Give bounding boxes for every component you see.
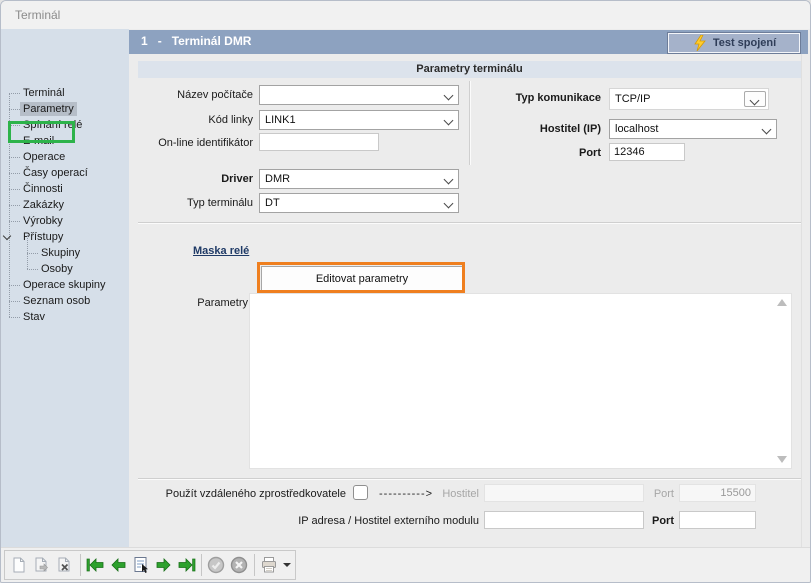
test-connection-button[interactable]: Test spojení	[667, 32, 801, 54]
record-title: Terminál DMR	[172, 34, 252, 48]
toolbar-separator	[201, 554, 202, 576]
chevron-down-icon	[444, 176, 454, 184]
green-annotation-box	[8, 121, 75, 143]
port2-label: Port	[646, 515, 674, 527]
horizontal-divider	[138, 478, 801, 480]
edit-parameters-button[interactable]: Editovat parametry	[261, 266, 463, 291]
terminal-window: Terminál Terminál Parametry Spínání relé…	[0, 0, 811, 583]
confirm-icon	[205, 553, 228, 577]
chevron-down-icon	[762, 126, 772, 134]
next-record-icon[interactable]	[152, 553, 175, 577]
delete-record-icon	[54, 553, 77, 577]
ip-modul-input[interactable]	[484, 511, 644, 529]
parametry-textarea[interactable]	[249, 293, 792, 469]
parametry-textarea-wrap	[249, 293, 792, 469]
parametry-label: Parametry	[138, 297, 248, 309]
hostitel-ip-label: Hostitel (IP)	[471, 123, 601, 135]
typ-terminalu-label: Typ terminálu	[138, 197, 253, 209]
print-menu-caret-icon[interactable]	[280, 553, 291, 577]
remote-port-input	[679, 484, 756, 502]
bottom-toolbar: OK Storno	[1, 547, 810, 583]
toolbar-separator	[254, 554, 255, 576]
port-label: Port	[471, 147, 601, 159]
sidebar-item-casy-operaci[interactable]: Časy operací	[1, 165, 129, 181]
driver-label: Driver	[138, 173, 253, 185]
window-titlebar: Terminál	[1, 1, 810, 29]
sidebar-item-parametry[interactable]: Parametry	[1, 101, 129, 117]
port2-input[interactable]	[679, 511, 756, 529]
previous-record-icon[interactable]	[106, 553, 129, 577]
panel-right-edge	[801, 54, 802, 547]
edit-parameters-label: Editovat parametry	[316, 273, 408, 285]
typ-komunikace-label: Typ komunikace	[471, 92, 601, 104]
browse-records-icon[interactable]	[129, 553, 152, 577]
tree-child-guide	[27, 235, 28, 269]
sidebar-item-seznam-osob[interactable]: Seznam osob	[1, 293, 129, 309]
lightning-icon	[692, 35, 706, 51]
ip-modul-label: IP adresa / Hostitel externího modulu	[161, 515, 479, 527]
kod-linky-label: Kód linky	[138, 114, 253, 126]
sidebar-item-zakazky[interactable]: Zakázky	[1, 197, 129, 213]
nazev-pocitace-combo[interactable]	[259, 85, 459, 105]
port-input[interactable]	[609, 143, 685, 161]
new-record-icon	[8, 553, 31, 577]
remote-hostitel-label: Hostitel	[431, 488, 479, 500]
record-dash: -	[158, 34, 162, 48]
chevron-down-icon[interactable]	[4, 233, 11, 240]
sidebar-item-terminal[interactable]: Terminál	[1, 85, 129, 101]
kod-linky-combo[interactable]: LINK1	[259, 110, 459, 130]
chevron-down-icon	[444, 92, 454, 100]
first-record-icon[interactable]	[84, 553, 107, 577]
remote-port-label: Port	[646, 488, 674, 500]
record-header-bar: 1-Terminál DMR Test spojení	[129, 30, 808, 54]
hostitel-ip-combo[interactable]: localhost	[609, 119, 777, 139]
window-title: Terminál	[15, 8, 60, 22]
sidebar-item-operace-skupiny[interactable]: Operace skupiny	[1, 277, 129, 293]
arrow-dashes: ---------->	[379, 488, 433, 500]
last-record-icon[interactable]	[175, 553, 198, 577]
cancel-icon	[228, 553, 251, 577]
dropdown-button[interactable]	[744, 91, 766, 107]
online-identifikator-label: On-line identifikátor	[138, 137, 253, 149]
online-identifikator-input[interactable]	[259, 133, 379, 151]
sidebar-item-osoby[interactable]: Osoby	[1, 261, 129, 277]
record-toolbar	[4, 550, 296, 580]
test-connection-label: Test spojení	[713, 37, 776, 49]
typ-komunikace-combo[interactable]: TCP/IP	[609, 88, 769, 110]
sidebar-item-stav[interactable]: Stav	[1, 309, 129, 325]
typ-terminalu-combo[interactable]: DT	[259, 193, 459, 213]
sidebar-item-pristupy[interactable]: Přístupy	[1, 229, 129, 245]
nazev-pocitace-label: Název počítače	[138, 89, 253, 101]
toolbar-separator	[80, 554, 81, 576]
remote-hostitel-input	[484, 484, 644, 502]
scroll-down-arrow-icon[interactable]	[777, 456, 787, 463]
chevron-down-icon	[444, 117, 454, 125]
driver-combo[interactable]: DMR	[259, 169, 459, 189]
sidebar-item-operace[interactable]: Operace	[1, 149, 129, 165]
section-header: Parametry terminálu	[138, 61, 801, 78]
maska-rele-link[interactable]: Maska relé	[193, 245, 249, 257]
horizontal-divider	[138, 222, 801, 224]
use-remote-broker-label: Použít vzdáleného zprostředkovatele	[138, 488, 346, 500]
print-icon[interactable]	[258, 553, 281, 577]
sidebar-item-cinnosti[interactable]: Činnosti	[1, 181, 129, 197]
chevron-down-icon	[444, 200, 454, 208]
copy-record-icon	[31, 553, 54, 577]
chevron-down-icon	[750, 97, 760, 105]
scroll-up-arrow-icon[interactable]	[777, 299, 787, 306]
sidebar: Terminál Parametry Spínání relé E-mail O…	[1, 29, 129, 547]
record-index: 1	[141, 34, 148, 48]
sidebar-item-vyrobky[interactable]: Výrobky	[1, 213, 129, 229]
sidebar-item-skupiny[interactable]: Skupiny	[1, 245, 129, 261]
use-remote-broker-checkbox[interactable]	[353, 485, 368, 500]
record-header-text: 1-Terminál DMR	[141, 34, 261, 48]
